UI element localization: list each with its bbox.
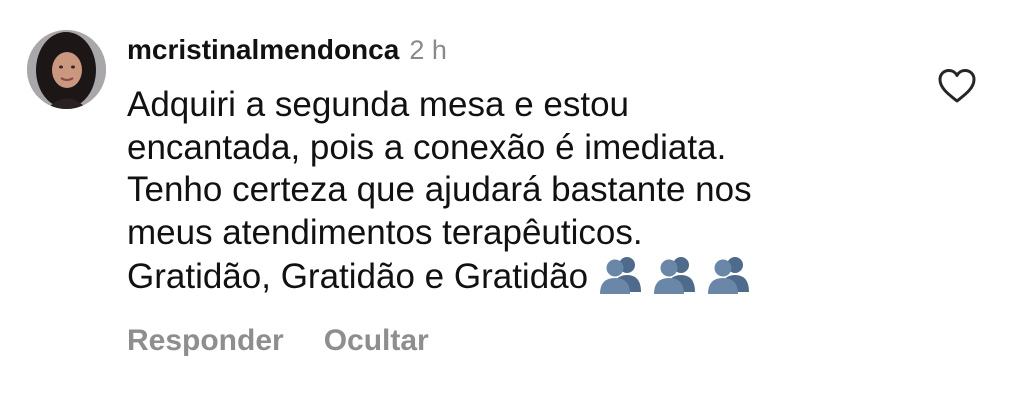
comment-line: Gratidão, Gratidão e Gratidão	[127, 257, 589, 296]
busts-in-silhouette-icon	[654, 257, 696, 294]
comment-header: mcristinalmendonca 2 h	[127, 34, 447, 70]
busts-in-silhouette-icon	[600, 257, 642, 294]
hide-button[interactable]: Ocultar	[324, 324, 429, 358]
avatar-image	[27, 30, 106, 109]
comment-line: meus atendimentos terapêuticos.	[127, 212, 643, 252]
emoji-group	[596, 254, 754, 294]
reply-button[interactable]: Responder	[127, 324, 284, 358]
comment: mcristinalmendonca 2 h Adquiri a segunda…	[0, 0, 1024, 394]
like-button[interactable]	[937, 68, 977, 104]
comment-line: encantada, pois a conexão é imediata.	[127, 127, 727, 167]
comment-actions: Responder Ocultar	[127, 324, 429, 358]
timestamp: 2 h	[409, 35, 447, 65]
comment-line: Tenho certeza que ajudará bastante nos	[127, 170, 752, 209]
username[interactable]: mcristinalmendonca	[127, 34, 399, 66]
comment-text: Adquiri a segunda mesa e estou encantada…	[127, 84, 917, 299]
busts-in-silhouette-icon	[708, 257, 750, 294]
comment-line: Adquiri a segunda mesa e estou	[127, 85, 629, 124]
avatar[interactable]	[27, 30, 106, 109]
comment-last-line: Gratidão, Gratidão e Gratidão	[127, 254, 917, 299]
heart-outline-icon	[938, 69, 976, 103]
